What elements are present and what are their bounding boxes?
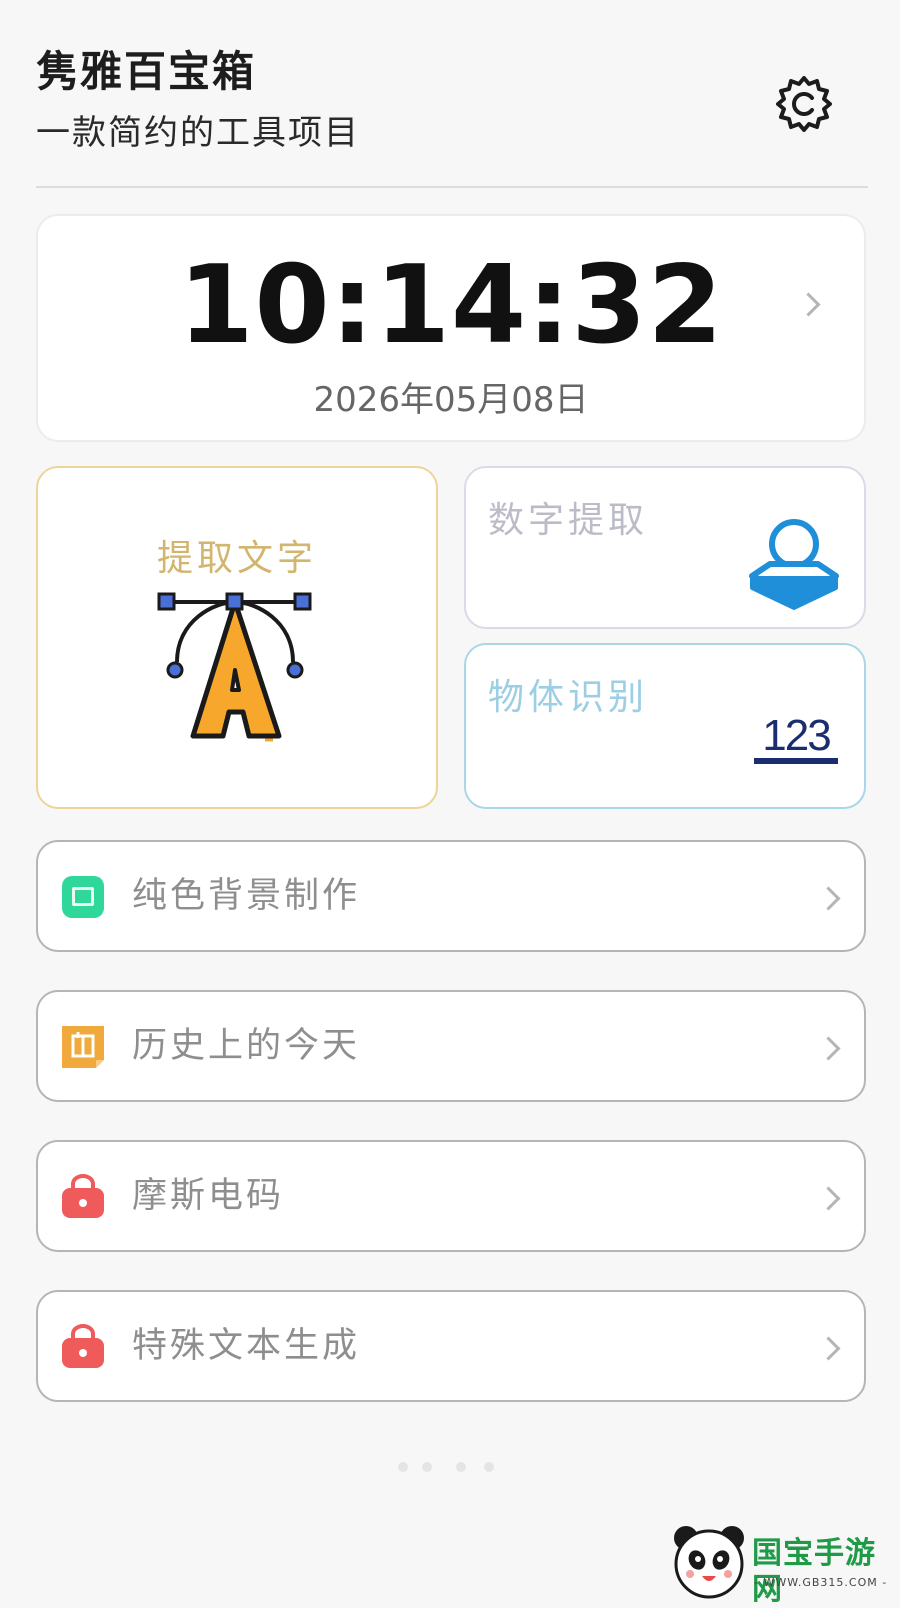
chevron-right-icon	[816, 1336, 841, 1361]
tile-extract-text-label: 提取文字	[156, 538, 317, 579]
list-item-history-today[interactable]: 历史上的今天	[36, 990, 866, 1102]
clock-card[interactable]: 10:14:32 2026年05月08日	[36, 214, 866, 442]
app-header: 隽雅百宝箱 一款简约的工具项目	[36, 44, 866, 156]
list-item-label: 摩斯电码	[132, 1176, 285, 1216]
list-item-special-text[interactable]: 特殊文本生成	[36, 1290, 866, 1402]
watermark: 国宝手游网 - WWW.GB315.COM -	[670, 1522, 900, 1607]
list-item-label: 特殊文本生成	[132, 1326, 361, 1366]
app-title: 隽雅百宝箱	[36, 47, 257, 96]
page-dot	[456, 1462, 466, 1472]
numbers-123-icon: 123	[754, 711, 838, 764]
vector-letter-a-icon	[157, 592, 312, 742]
chevron-right-icon	[816, 886, 841, 911]
lock-bag-icon	[62, 1174, 104, 1218]
chevron-right-icon	[816, 1036, 841, 1061]
list-item-solid-background[interactable]: 纯色背景制作	[36, 840, 866, 952]
gear-icon	[776, 76, 832, 132]
image-icon	[62, 876, 104, 918]
list-item-morse-code[interactable]: 摩斯电码	[36, 1140, 866, 1252]
page-dot	[398, 1462, 408, 1472]
list-item-label: 历史上的今天	[132, 1026, 361, 1066]
lock-bag-icon	[62, 1324, 104, 1368]
numbers-123-text: 123	[762, 711, 830, 760]
page-dot	[484, 1462, 494, 1472]
app-subtitle: 一款简约的工具项目	[36, 113, 360, 153]
calendar-note-icon	[62, 1026, 104, 1068]
header-divider	[36, 186, 868, 188]
list-item-label: 纯色背景制作	[132, 876, 361, 916]
watermark-url: - WWW.GB315.COM -	[754, 1576, 888, 1589]
watermark-name: 国宝手游网	[752, 1536, 876, 1607]
chevron-right-icon	[816, 1186, 841, 1211]
clock-date: 2026年05月08日	[313, 380, 589, 420]
stamp-icon	[749, 519, 839, 610]
settings-button[interactable]	[772, 72, 836, 136]
page-dot	[422, 1462, 432, 1472]
tile-digit-extract-label: 数字提取	[488, 500, 649, 541]
clock-time: 10:14:32	[178, 243, 724, 368]
page-indicator	[398, 1462, 508, 1474]
panda-logo	[674, 1526, 744, 1599]
tile-object-recognition-label: 物体识别	[488, 677, 649, 718]
